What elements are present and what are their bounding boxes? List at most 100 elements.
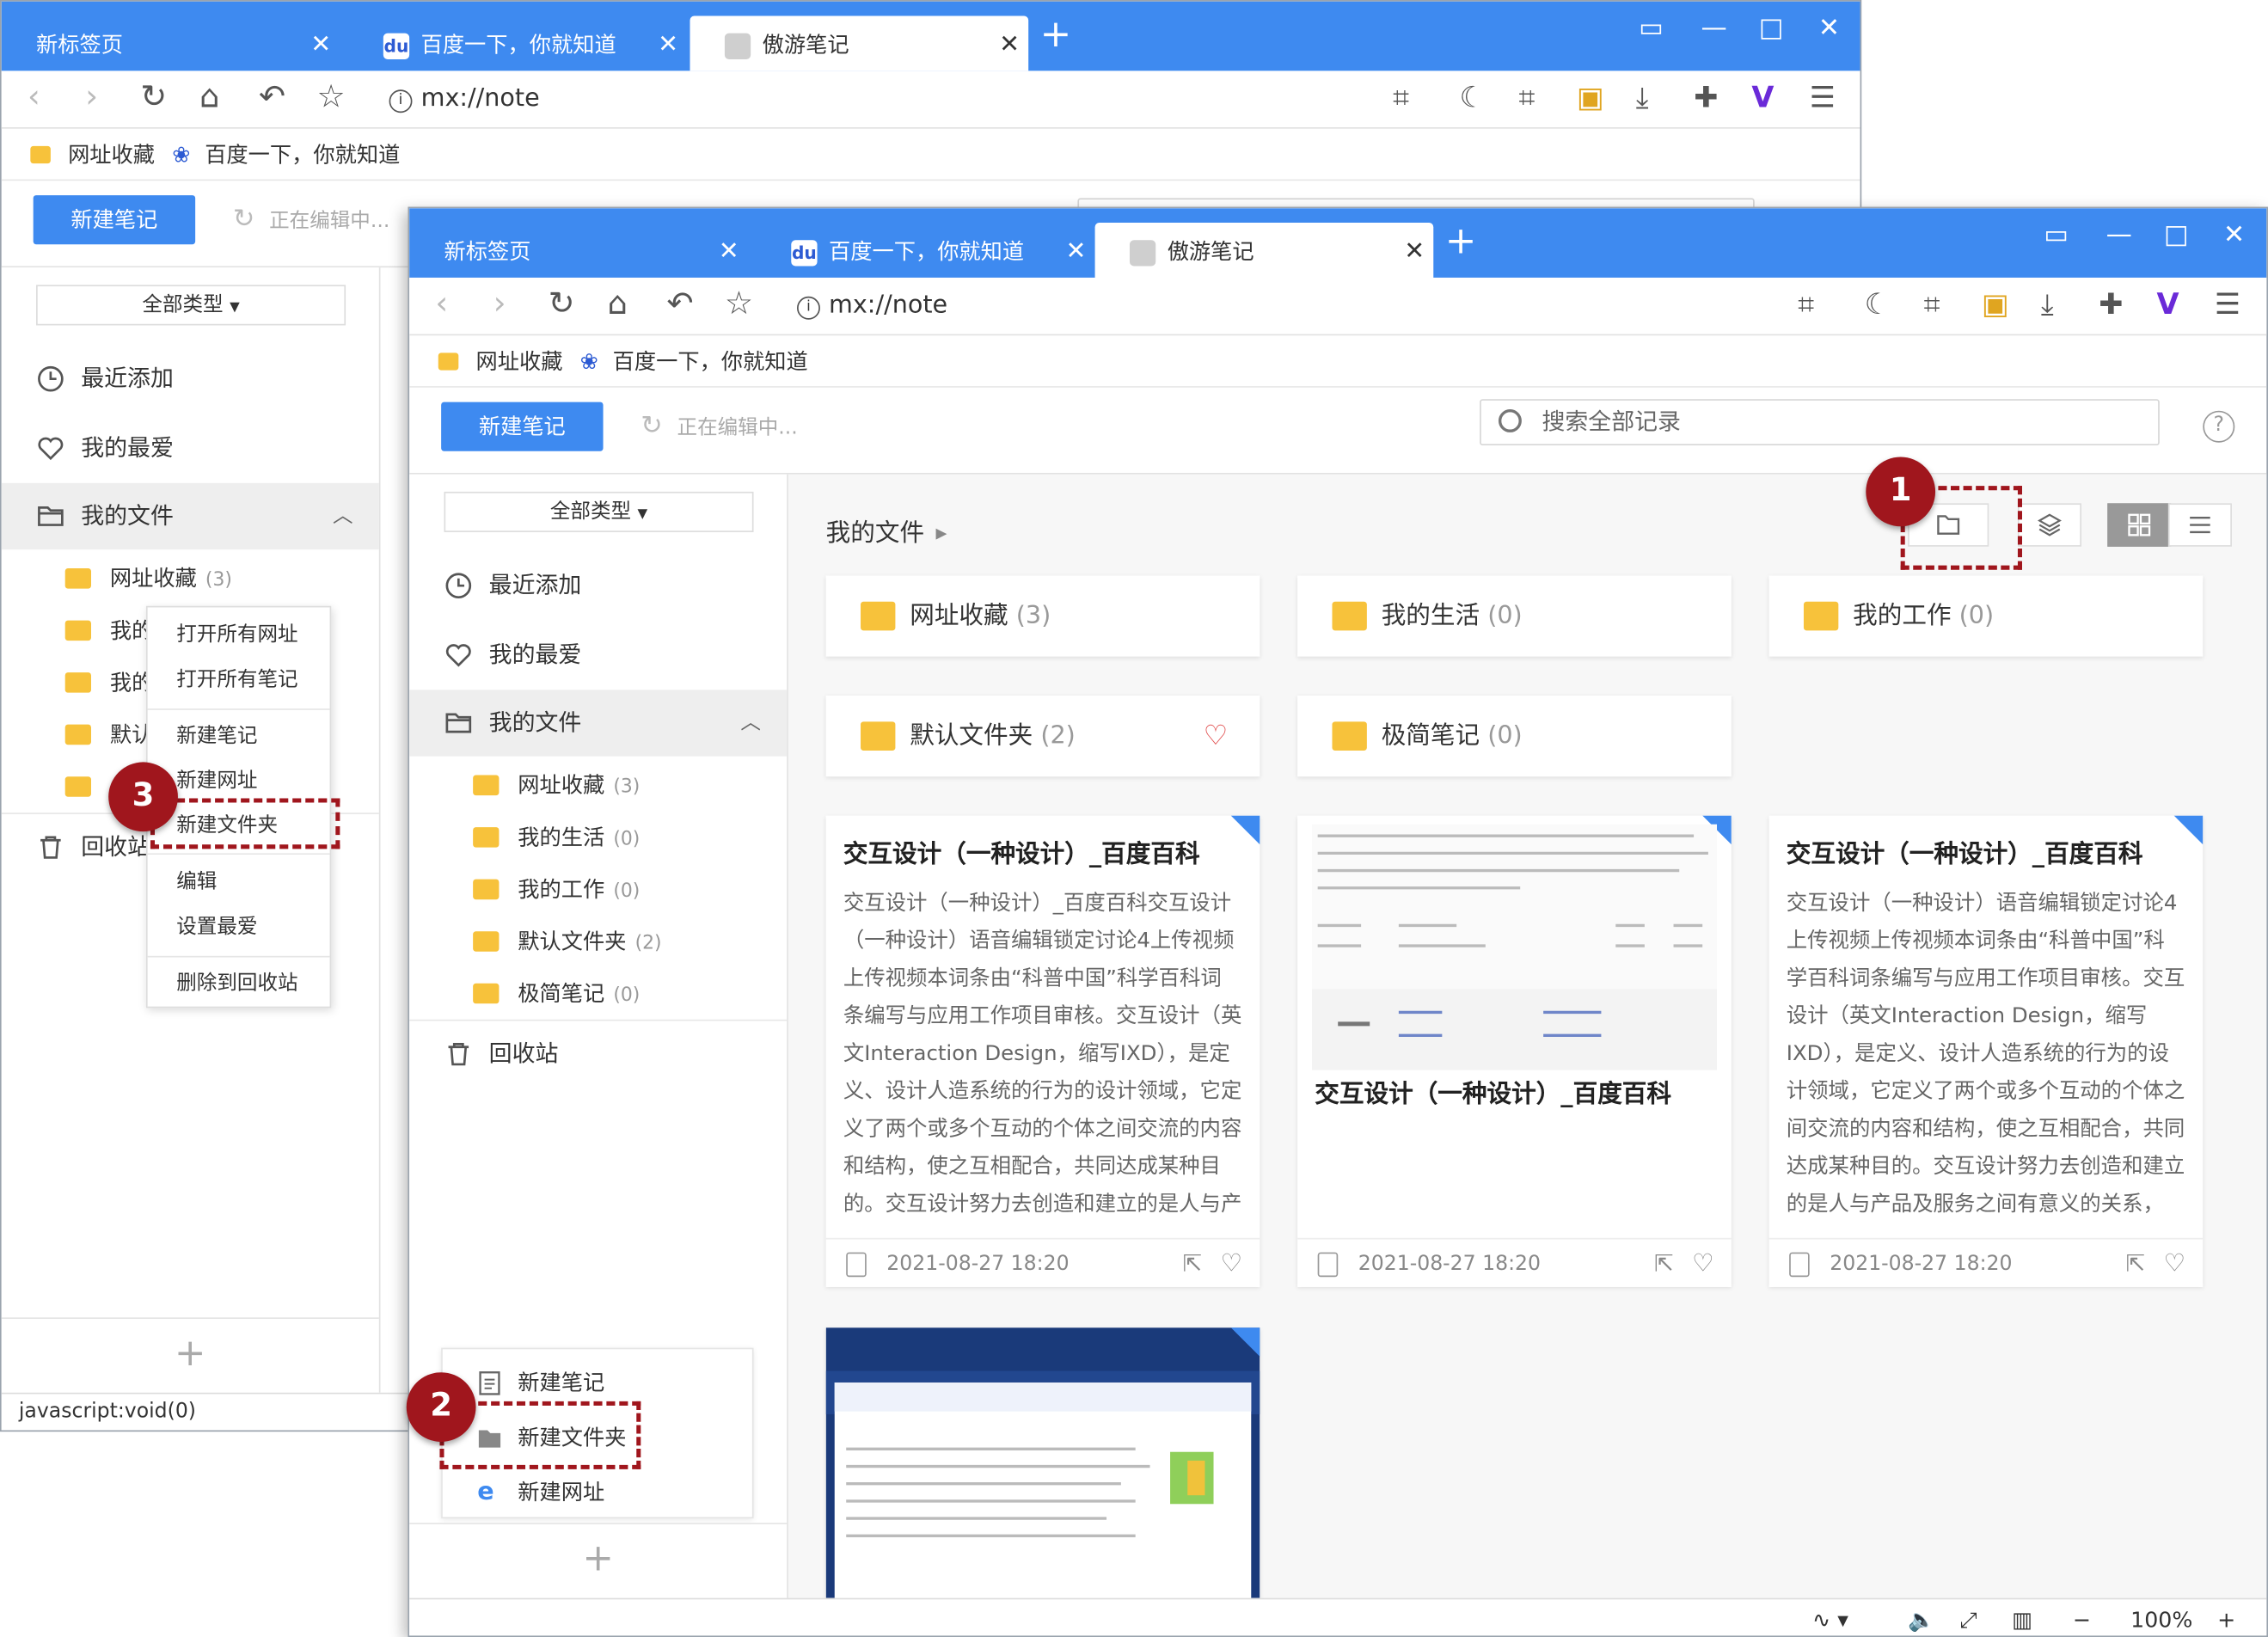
- type-filter-select[interactable]: 全部类型 ▼: [36, 285, 346, 326]
- forward-icon[interactable]: ›: [493, 286, 506, 322]
- volume-icon[interactable]: 🔈: [1908, 1603, 1934, 1636]
- address-bar[interactable]: i mx://note: [389, 84, 540, 113]
- list-view-button[interactable]: [2167, 503, 2232, 547]
- zoom-level[interactable]: 100%: [2130, 1603, 2192, 1636]
- note-icon[interactable]: ▣: [1577, 80, 1604, 114]
- folder-card[interactable]: 我的生活 (0): [1297, 575, 1732, 657]
- heart-icon[interactable]: ♡: [1692, 1239, 1714, 1287]
- menu-item-delete-to-trash[interactable]: 删除到回收站: [148, 962, 330, 1005]
- menu-item-open-all-notes[interactable]: 打开所有笔记: [148, 658, 330, 701]
- close-icon[interactable]: ✕: [310, 16, 331, 74]
- menu-item-edit[interactable]: 编辑: [148, 861, 330, 904]
- bookmark-item[interactable]: ❀ 百度一下，你就知道: [580, 335, 808, 388]
- tab-baidu[interactable]: du 百度一下，你就知道 ✕: [757, 223, 1095, 278]
- folder-item[interactable]: 我的工作 (0): [409, 863, 787, 916]
- search-input[interactable]: 搜索全部记录: [1480, 399, 2160, 446]
- tile-icon[interactable]: ▭: [2044, 220, 2069, 250]
- folder-card[interactable]: 我的工作 (0): [1768, 575, 2204, 657]
- crop-icon[interactable]: ⌗: [1519, 80, 1535, 114]
- note-card[interactable]: 交互设计（一种设计）_百度百科 交互设计（一种设计）语音编辑锁定讨论4上传视频上…: [1768, 815, 2204, 1287]
- help-icon[interactable]: ?: [2203, 410, 2235, 443]
- add-button[interactable]: +: [409, 1523, 788, 1597]
- undo-icon[interactable]: ↶: [259, 80, 285, 116]
- share-icon[interactable]: ⇱: [1654, 1239, 1674, 1287]
- fullscreen-icon[interactable]: ⤢: [1960, 1603, 1977, 1636]
- note-card[interactable]: [825, 1327, 1260, 1603]
- sidebar-item-my-files[interactable]: 我的文件 ︿: [409, 690, 788, 757]
- menu-icon[interactable]: ☰: [1810, 80, 1836, 114]
- translate-icon[interactable]: ⌗: [1798, 286, 1814, 321]
- forward-icon[interactable]: ›: [85, 80, 98, 116]
- back-icon[interactable]: ‹: [435, 286, 448, 322]
- sidebar-item-favorites[interactable]: 我的最爱: [409, 622, 787, 688]
- folder-card[interactable]: 默认文件夹 (2) ♡: [825, 696, 1260, 777]
- download-icon[interactable]: ⤓: [1636, 80, 1649, 114]
- maxthon-v-icon[interactable]: V: [2156, 286, 2179, 321]
- minimize-icon[interactable]: —: [2106, 220, 2132, 250]
- window-close-icon[interactable]: ✕: [2223, 220, 2245, 250]
- window-close-icon[interactable]: ✕: [1818, 13, 1840, 43]
- sidebar-item-my-files[interactable]: 我的文件 ︿: [1, 482, 379, 550]
- star-icon[interactable]: ☆: [316, 80, 345, 116]
- minimize-icon[interactable]: —: [1701, 13, 1727, 43]
- new-tab-plus-icon[interactable]: +: [1040, 13, 1072, 56]
- chevron-up-icon[interactable]: ︿: [740, 690, 761, 756]
- add-menu-new-url[interactable]: e 新建网址: [443, 1465, 752, 1520]
- close-icon[interactable]: ✕: [999, 16, 1020, 74]
- zoom-out-icon[interactable]: −: [2073, 1603, 2091, 1636]
- crop-icon[interactable]: ⌗: [1924, 286, 1940, 321]
- translate-icon[interactable]: ⌗: [1393, 80, 1409, 114]
- share-icon[interactable]: ⇱: [2125, 1239, 2145, 1287]
- tab-new-tab[interactable]: 新标签页 ✕: [2, 16, 340, 71]
- star-icon[interactable]: ☆: [725, 286, 753, 322]
- back-icon[interactable]: ‹: [28, 80, 40, 116]
- heart-icon[interactable]: ♡: [1221, 1239, 1243, 1287]
- zoom-in-icon[interactable]: +: [2217, 1603, 2235, 1636]
- folder-item[interactable]: 默认文件夹 (2): [409, 916, 787, 968]
- breadcrumb[interactable]: 我的文件 ▶: [826, 512, 947, 549]
- add-button[interactable]: +: [1, 1317, 379, 1392]
- reload-icon[interactable]: ↻: [549, 286, 575, 322]
- new-tab-plus-icon[interactable]: +: [1445, 220, 1477, 263]
- heart-icon[interactable]: ♡: [1204, 696, 1229, 776]
- sidebar-item-trash[interactable]: 回收站: [409, 1019, 788, 1086]
- folder-item[interactable]: 网址收藏 (3): [409, 759, 787, 812]
- folder-item[interactable]: 网址收藏 (3): [2, 553, 379, 605]
- bookmark-item[interactable]: 网址收藏: [30, 129, 155, 181]
- close-icon[interactable]: ✕: [1404, 223, 1425, 280]
- sidebar-item-favorites[interactable]: 我的最爱: [2, 415, 379, 481]
- undo-icon[interactable]: ↶: [667, 286, 694, 322]
- close-icon[interactable]: ✕: [719, 223, 739, 280]
- note-card[interactable]: 交互设计（一种设计）_百度百科 交互设计（一种设计）_百度百科交互设计（一种设计…: [825, 815, 1260, 1287]
- note-card[interactable]: 交互设计（一种设计）_百度百科 2021-08-27 18:20 ⇱ ♡: [1297, 815, 1732, 1287]
- maximize-icon[interactable]: □: [2164, 220, 2189, 250]
- heart-icon[interactable]: ♡: [2163, 1239, 2185, 1287]
- folder-item[interactable]: 我的生活 (0): [409, 812, 787, 864]
- close-icon[interactable]: ✕: [658, 16, 678, 74]
- maximize-icon[interactable]: □: [1759, 13, 1784, 43]
- sidebar-item-recent[interactable]: 最近添加: [2, 346, 379, 412]
- download-icon[interactable]: ⤓: [2041, 286, 2054, 321]
- note-icon[interactable]: ▣: [1982, 286, 2009, 321]
- address-bar[interactable]: i mx://note: [797, 291, 947, 320]
- performance-icon[interactable]: ∿ ▾: [1812, 1603, 1848, 1636]
- extension-icon[interactable]: ✚: [2099, 286, 2123, 321]
- chevron-up-icon[interactable]: ︿: [333, 483, 353, 549]
- folder-card[interactable]: 网址收藏 (3): [825, 575, 1260, 657]
- close-icon[interactable]: ✕: [1066, 223, 1087, 280]
- menu-item-open-all-urls[interactable]: 打开所有网址: [148, 613, 330, 656]
- sidebar-item-recent[interactable]: 最近添加: [409, 553, 787, 619]
- tab-baidu[interactable]: du 百度一下，你就知道 ✕: [348, 16, 687, 71]
- share-icon[interactable]: ⇱: [1183, 1239, 1203, 1287]
- bookmark-item[interactable]: 网址收藏: [438, 335, 562, 388]
- extension-icon[interactable]: ✚: [1694, 80, 1718, 114]
- bookmark-item[interactable]: ❀ 百度一下，你就知道: [172, 129, 400, 181]
- folder-item[interactable]: 极简笔记 (0): [409, 967, 787, 1020]
- tile-icon[interactable]: ▭: [1639, 13, 1664, 43]
- night-mode-icon[interactable]: ☾: [1460, 80, 1486, 114]
- grid-view-button[interactable]: [2107, 503, 2172, 547]
- type-filter-select[interactable]: 全部类型 ▼: [444, 491, 754, 532]
- menu-item-new-note[interactable]: 新建笔记: [148, 714, 330, 757]
- home-icon[interactable]: ⌂: [199, 80, 220, 116]
- menu-icon[interactable]: ☰: [2215, 286, 2240, 321]
